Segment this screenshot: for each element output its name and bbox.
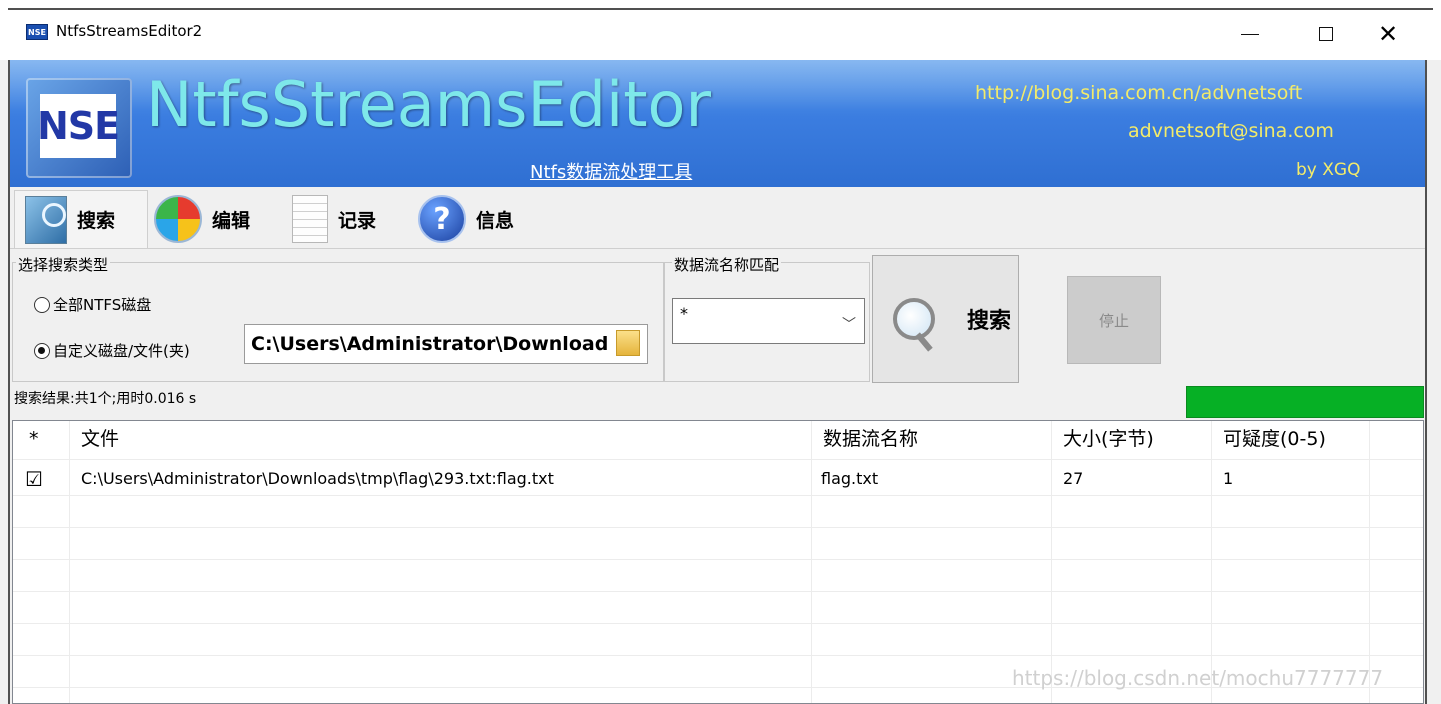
column-header-size[interactable]: 大小(字节) <box>1063 421 1203 457</box>
table-row-empty <box>13 495 1423 528</box>
stream-name-value: * <box>680 304 688 323</box>
minimize-icon <box>1241 33 1259 35</box>
radio-custom-label: 自定义磁盘/文件(夹) <box>53 342 190 360</box>
search-button[interactable]: 搜索 <box>872 255 1019 383</box>
magnifier-icon <box>893 298 935 340</box>
watermark: https://blog.csdn.net/mochu7777777 <box>1012 666 1384 690</box>
browse-folder-icon[interactable] <box>616 330 640 356</box>
search-button-label: 搜索 <box>967 309 1012 334</box>
stop-button[interactable]: 停止 <box>1067 276 1161 364</box>
window-title: NtfsStreamsEditor2 <box>56 22 203 40</box>
results-table[interactable]: * 文件 数据流名称 大小(字节) 可疑度(0-5) ☑ C:\Users\Ad… <box>12 420 1424 704</box>
search-type-group <box>12 262 664 382</box>
close-button[interactable]: ✕ <box>1358 14 1418 54</box>
table-row-empty <box>13 559 1423 592</box>
log-icon <box>292 195 328 243</box>
tab-edit[interactable]: 编辑 <box>148 190 276 248</box>
maximize-button[interactable] <box>1296 14 1356 54</box>
nse-logo: NSE <box>26 78 132 178</box>
nse-logo-text: NSE <box>37 94 120 158</box>
radio-circle-selected <box>34 342 50 359</box>
row-size: 27 <box>1063 469 1084 488</box>
tab-log-label: 记录 <box>338 209 377 232</box>
tab-search[interactable]: 搜索 <box>14 190 148 248</box>
author-credit: by XGQ <box>1296 160 1361 180</box>
banner-title: NtfsStreamsEditor <box>146 68 711 141</box>
column-header-stream[interactable]: 数据流名称 <box>823 421 1043 457</box>
status-text: 搜索结果:共1个;用时0.016 s <box>14 391 197 407</box>
table-row-empty <box>13 623 1423 656</box>
row-file: C:\Users\Administrator\Downloads\tmp\fla… <box>81 469 554 488</box>
stop-button-label: 停止 <box>1098 311 1129 330</box>
search-type-label: 选择搜索类型 <box>16 254 111 275</box>
search-icon <box>25 195 67 244</box>
tab-info[interactable]: ? 信息 <box>414 190 536 248</box>
window-right-border <box>1425 60 1427 704</box>
radio-all-label: 全部NTFS磁盘 <box>53 296 152 314</box>
table-header: * 文件 数据流名称 大小(字节) 可疑度(0-5) <box>13 421 1423 460</box>
tab-edit-label: 编辑 <box>212 209 251 232</box>
info-icon: ? <box>418 195 466 243</box>
row-checkbox[interactable]: ☑ <box>25 463 55 495</box>
radio-custom-path[interactable]: 自定义磁盘/文件(夹) <box>34 340 190 361</box>
header-banner: NSE NtfsStreamsEditor Ntfs数据流处理工具 http:/… <box>10 60 1425 187</box>
table-row-empty <box>13 527 1423 560</box>
chevron-down-icon[interactable]: ﹀ <box>842 314 856 334</box>
row-suspicion: 1 <box>1223 469 1234 488</box>
window-top-border <box>8 8 1433 10</box>
column-header-check[interactable]: * <box>29 421 59 457</box>
radio-all-ntfs[interactable]: 全部NTFS磁盘 <box>34 294 151 315</box>
path-input[interactable]: C:\Users\Administrator\Download <box>244 324 648 364</box>
email-link[interactable]: advnetsoft@sina.com <box>1128 120 1334 142</box>
banner-subtitle: Ntfs数据流处理工具 <box>530 162 693 183</box>
edit-icon <box>154 195 202 243</box>
tab-log[interactable]: 记录 <box>286 190 410 248</box>
stream-name-select[interactable] <box>672 298 865 344</box>
maximize-icon <box>1319 27 1333 41</box>
progress-bar <box>1186 386 1424 418</box>
homepage-link[interactable]: http://blog.sina.com.cn/advnetsoft <box>975 82 1302 104</box>
column-header-file[interactable]: 文件 <box>81 421 781 457</box>
app-icon: NSE <box>26 24 48 40</box>
row-stream: flag.txt <box>821 469 879 488</box>
radio-circle <box>34 296 50 313</box>
panel-divider <box>10 248 1425 249</box>
stream-name-label: 数据流名称匹配 <box>672 254 782 275</box>
table-row[interactable]: ☑ C:\Users\Administrator\Downloads\tmp\f… <box>13 463 1423 496</box>
table-row-empty <box>13 591 1423 624</box>
tab-search-label: 搜索 <box>77 210 116 232</box>
tab-info-label: 信息 <box>476 209 515 232</box>
close-icon: ✕ <box>1377 20 1399 48</box>
minimize-button[interactable] <box>1220 14 1280 54</box>
column-header-suspicion[interactable]: 可疑度(0-5) <box>1223 421 1363 457</box>
